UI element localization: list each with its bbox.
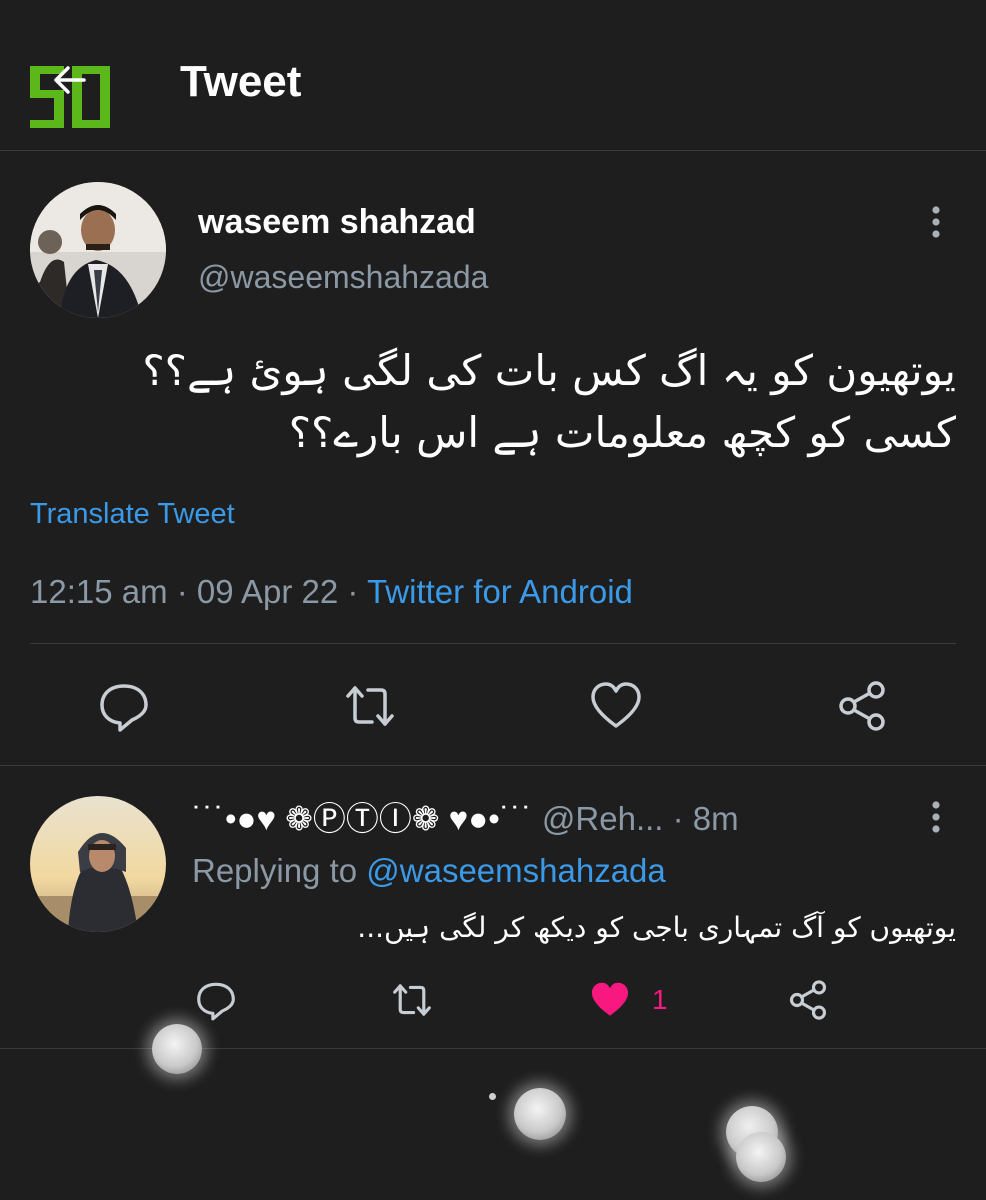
reply-time: · 8m bbox=[663, 800, 739, 837]
reply-author-name[interactable]: ˙˙˙•●♥ ❁ⓅⓉⒾ❁ ♥●•˙˙˙ bbox=[192, 800, 533, 837]
glare-spot bbox=[152, 1024, 202, 1074]
more-options-icon[interactable] bbox=[926, 202, 946, 242]
author-avatar[interactable] bbox=[30, 182, 166, 318]
glare-dot bbox=[489, 1093, 496, 1100]
meta-separator: · bbox=[167, 573, 197, 610]
back-arrow-icon[interactable] bbox=[48, 60, 88, 100]
meta-divider bbox=[30, 643, 956, 644]
replying-to-prefix: Replying to bbox=[192, 852, 367, 889]
tweet-meta: 12:15 am · 09 Apr 22 · Twitter for Andro… bbox=[30, 570, 633, 614]
reply-author-handle[interactable]: @Reh... bbox=[542, 800, 664, 837]
tweet-date: 09 Apr 22 bbox=[196, 573, 339, 610]
tweet-text-line: یوتھیون کو یہ اگ کس بات کی لگی ہوئ ہے؟؟ bbox=[142, 346, 956, 395]
liked-heart-icon[interactable] bbox=[588, 978, 632, 1022]
reply-icon[interactable] bbox=[96, 678, 152, 734]
page-title: Tweet bbox=[180, 57, 302, 106]
reply-text: یوتھیوں کو آگ تمہاری باجی کو دیکھ کر لگی… bbox=[357, 911, 956, 944]
reply-divider bbox=[0, 1048, 986, 1049]
meta-separator: · bbox=[338, 573, 367, 610]
reply-author-avatar[interactable] bbox=[30, 796, 166, 932]
share-icon[interactable] bbox=[786, 978, 830, 1022]
reply-more-options-icon[interactable] bbox=[926, 797, 946, 837]
translate-tweet-link[interactable]: Translate Tweet bbox=[30, 496, 235, 532]
replying-to-mention[interactable]: @waseemshahzada bbox=[366, 852, 666, 889]
tweet-text-line: کسی کو کچھ معلومات ہے اس بارے؟؟ bbox=[288, 408, 956, 457]
reply-icon[interactable] bbox=[194, 978, 238, 1022]
like-icon[interactable] bbox=[588, 678, 644, 734]
glare-spot bbox=[514, 1088, 566, 1140]
author-handle[interactable]: @waseemshahzada bbox=[198, 256, 488, 298]
replying-to: Replying to @waseemshahzada bbox=[192, 850, 666, 892]
retweet-icon[interactable] bbox=[390, 978, 434, 1022]
header-divider bbox=[0, 150, 986, 151]
author-name[interactable]: waseem shahzad bbox=[198, 200, 476, 244]
retweet-icon[interactable] bbox=[342, 678, 398, 734]
tweet-time: 12:15 am bbox=[30, 573, 168, 610]
reply-author-line: ˙˙˙•●♥ ❁ⓅⓉⒾ❁ ♥●•˙˙˙ @Reh... · 8m bbox=[192, 797, 739, 841]
share-icon[interactable] bbox=[834, 678, 890, 734]
tweet-source-link[interactable]: Twitter for Android bbox=[367, 573, 633, 610]
glare-spot bbox=[736, 1132, 786, 1182]
tweet-divider bbox=[0, 765, 986, 766]
tweet-text: یوتھیون کو یہ اگ کس بات کی لگی ہوئ ہے؟؟ … bbox=[26, 340, 956, 464]
like-count: 1 bbox=[652, 984, 668, 1015]
